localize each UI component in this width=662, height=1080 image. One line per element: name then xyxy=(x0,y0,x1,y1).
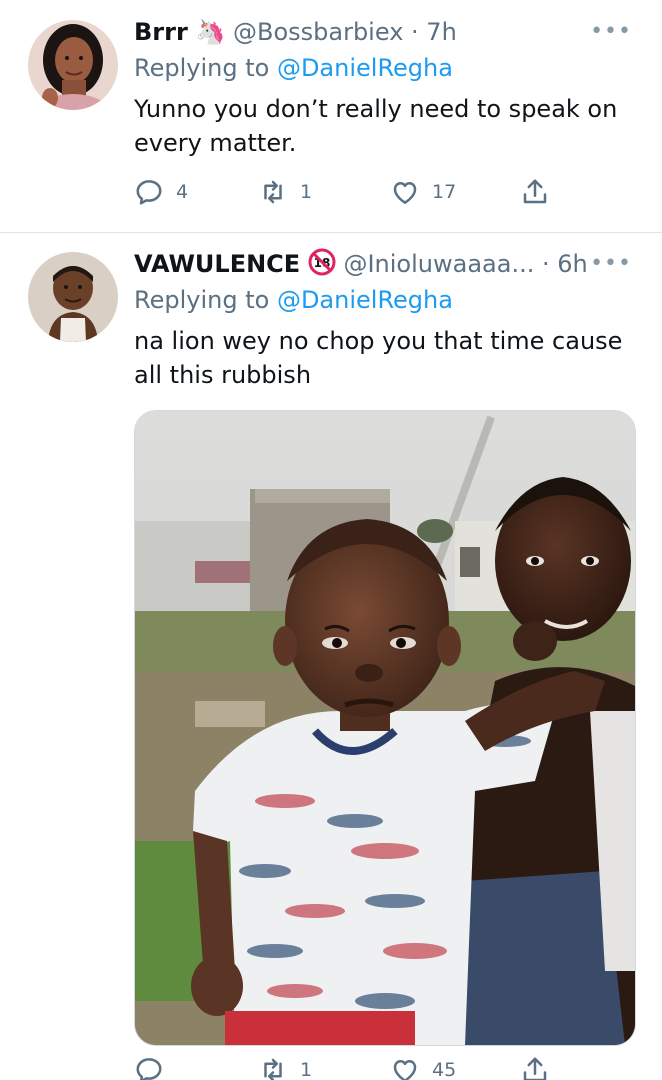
like-count: 17 xyxy=(432,181,457,203)
avatar-image xyxy=(28,20,118,110)
tweet[interactable]: Brrr 🦄 @Bossbarbiex · 7h ••• Replying to… xyxy=(0,0,662,233)
more-icon[interactable]: ••• xyxy=(590,14,632,50)
unicorn-emoji: 🦄 xyxy=(195,18,226,46)
mention-link[interactable]: @DanielRegha xyxy=(277,54,453,82)
reply-icon xyxy=(136,180,162,205)
share-button[interactable] xyxy=(520,172,550,212)
display-name[interactable]: Brrr xyxy=(134,18,188,46)
timestamp[interactable]: 6h xyxy=(557,250,587,278)
tweet-header: VAWULENCE 18 @Inioluwaaaa... · 6h xyxy=(134,246,588,282)
attached-photo[interactable] xyxy=(134,410,636,1046)
photo-two-boys xyxy=(135,411,635,1045)
time-separator: · xyxy=(403,18,427,46)
more-icon[interactable]: ••• xyxy=(590,246,632,282)
retweet-button[interactable]: 1 xyxy=(258,1050,312,1080)
retweet-count: 1 xyxy=(300,1059,313,1080)
mention-link[interactable]: @DanielRegha xyxy=(277,286,453,314)
time-separator: · xyxy=(534,250,558,278)
no-under-18-icon: 18 xyxy=(308,248,336,276)
reply-count: 4 xyxy=(176,181,189,203)
share-button[interactable] xyxy=(520,1050,550,1080)
avatar[interactable] xyxy=(28,252,118,342)
retweet-icon xyxy=(264,1058,282,1080)
reply-icon xyxy=(136,1058,162,1080)
heart-icon xyxy=(393,1060,417,1080)
like-button[interactable]: 17 xyxy=(390,172,456,212)
reply-button[interactable] xyxy=(134,1050,176,1080)
tweet-actions: 1 45 xyxy=(134,1050,634,1080)
retweet-count: 1 xyxy=(300,181,313,203)
retweet-button[interactable]: 1 xyxy=(258,172,312,212)
share-icon xyxy=(523,179,547,204)
display-name[interactable]: VAWULENCE xyxy=(134,250,300,278)
replying-to: Replying to @DanielRegha xyxy=(134,50,453,86)
tweet-text: Yunno you don’t really need to speak on … xyxy=(134,95,618,157)
like-button[interactable]: 45 xyxy=(390,1050,456,1080)
timestamp[interactable]: 7h xyxy=(426,18,456,46)
replying-to: Replying to @DanielRegha xyxy=(134,282,453,318)
user-handle[interactable]: @Inioluwaaaa... xyxy=(343,250,534,278)
retweet-icon xyxy=(264,180,282,204)
tweet[interactable]: VAWULENCE 18 @Inioluwaaaa... · 6h ••• Re… xyxy=(0,232,662,1080)
reply-feed: Brrr 🦄 @Bossbarbiex · 7h ••• Replying to… xyxy=(0,0,662,1080)
tweet-text: na lion wey no chop you that time cause … xyxy=(134,327,623,389)
replying-to-prefix: Replying to xyxy=(134,286,277,314)
like-count: 45 xyxy=(432,1059,457,1080)
tweet-header: Brrr 🦄 @Bossbarbiex · 7h xyxy=(134,14,457,50)
heart-icon xyxy=(393,182,417,204)
tweet-actions: 4 1 17 xyxy=(134,172,634,212)
reply-button[interactable]: 4 xyxy=(134,172,188,212)
user-handle[interactable]: @Bossbarbiex xyxy=(233,18,403,46)
avatar-image xyxy=(28,252,118,342)
replying-to-prefix: Replying to xyxy=(134,54,277,82)
share-icon xyxy=(523,1057,547,1080)
avatar[interactable] xyxy=(28,20,118,110)
